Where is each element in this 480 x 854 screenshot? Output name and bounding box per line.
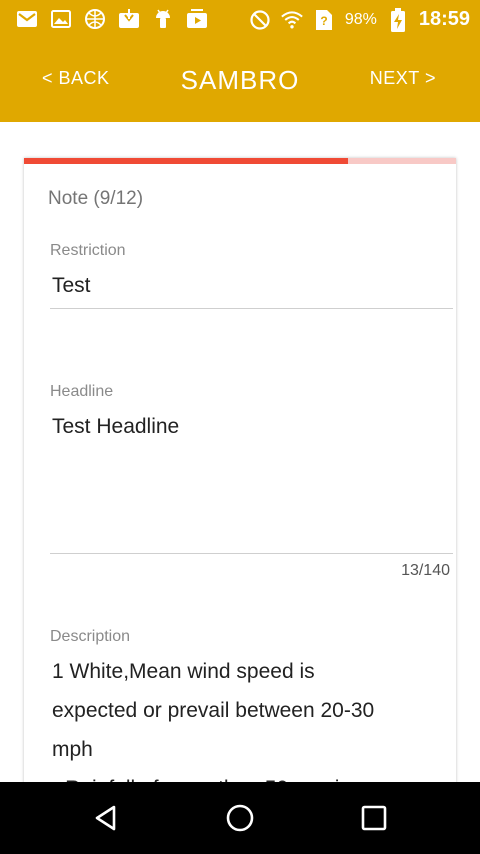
- headline-label: Headline: [50, 383, 114, 400]
- wifi-icon: [281, 9, 303, 31]
- headline-underline: [50, 553, 453, 554]
- youtube-icon: [186, 8, 208, 30]
- step-progress-bar: [24, 158, 456, 164]
- step-label: Note (9/12): [48, 188, 144, 209]
- headline-input[interactable]: Test Headline: [52, 415, 179, 439]
- status-bar: ? 98% 18:59: [0, 0, 480, 40]
- description-line: expected or prevail between 20-30: [52, 699, 375, 722]
- battery-charging-icon: [387, 7, 409, 32]
- headline-char-counter: 13/140: [401, 562, 450, 579]
- battery-percent: 98%: [344, 10, 377, 28]
- system-icons: ? 98% 18:59: [249, 7, 470, 32]
- android-icon: [152, 8, 174, 30]
- description-input[interactable]: 1 White,Mean wind speed is expected or p…: [52, 652, 442, 782]
- back-triangle-icon[interactable]: [90, 802, 122, 834]
- gallery-icon: [50, 8, 72, 30]
- svg-text:?: ?: [320, 14, 327, 28]
- description-line: 1 White,Mean wind speed is: [52, 660, 315, 683]
- description-label: Description: [50, 628, 131, 645]
- clock: 18:59: [418, 8, 470, 30]
- notification-icons: [16, 8, 208, 30]
- home-circle-icon[interactable]: [224, 802, 256, 834]
- recents-square-icon[interactable]: [358, 802, 390, 834]
- photo-download-icon: [118, 8, 140, 30]
- sim-unknown-icon: ?: [313, 9, 335, 31]
- form-card: Note (9/12) Restriction Test Headline Te…: [24, 158, 456, 782]
- app-bar: < BACK SAMBRO NEXT >: [0, 40, 480, 122]
- restriction-input[interactable]: Test: [52, 274, 91, 298]
- navigation-bar: [0, 782, 480, 854]
- next-button[interactable]: NEXT >: [370, 68, 436, 89]
- restriction-label: Restriction: [50, 242, 126, 259]
- content-area[interactable]: Note (9/12) Restriction Test Headline Te…: [0, 122, 480, 782]
- description-line: • Rainfall of more than 50 mm in: [52, 769, 442, 782]
- browser-icon: [84, 8, 106, 30]
- do-not-disturb-icon: [249, 9, 271, 31]
- description-line: mph: [52, 738, 93, 761]
- step-progress-fill: [24, 158, 348, 164]
- gmail-icon: [16, 8, 38, 30]
- restriction-underline: [50, 308, 453, 309]
